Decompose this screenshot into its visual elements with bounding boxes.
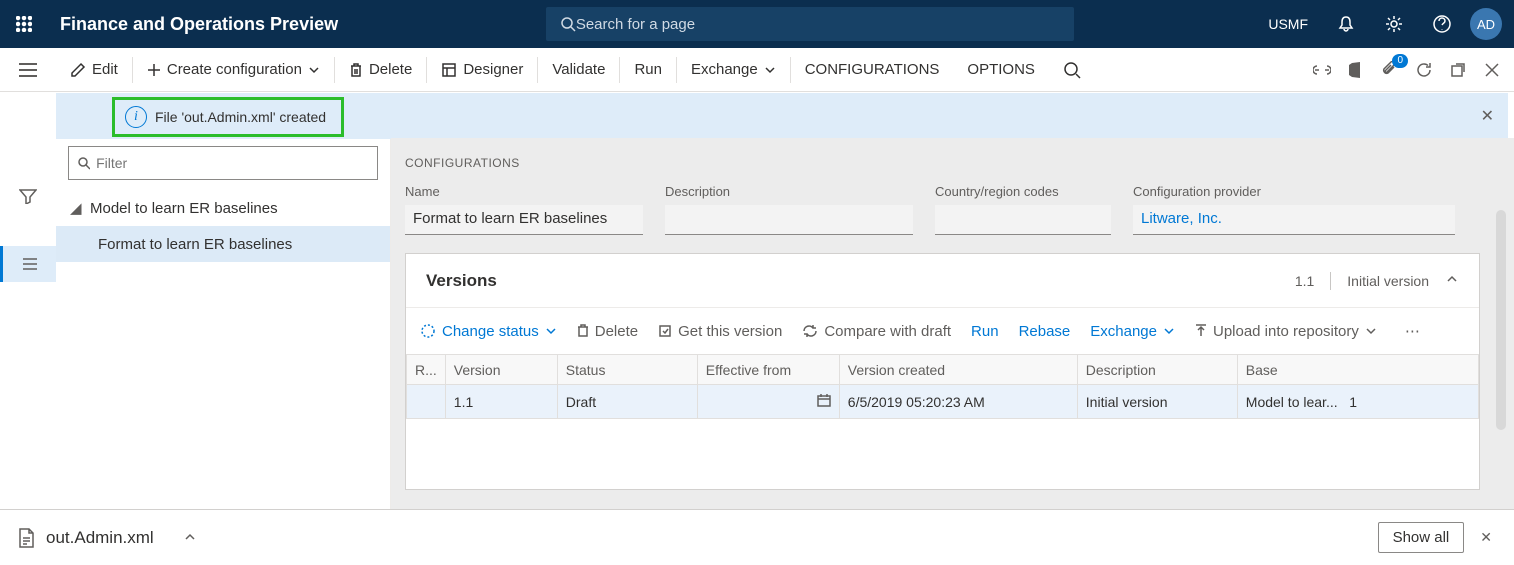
attachment-badge: 0: [1392, 54, 1408, 68]
col-created[interactable]: Version created: [839, 355, 1077, 385]
options-tab[interactable]: OPTIONS: [953, 48, 1049, 92]
designer-button[interactable]: Designer: [427, 48, 537, 92]
collapse-icon[interactable]: [1445, 272, 1459, 289]
section-label: CONFIGURATIONS: [405, 156, 1504, 170]
col-effective[interactable]: Effective from: [697, 355, 839, 385]
tree-parent[interactable]: ◢ Model to learn ER baselines: [56, 190, 390, 226]
message-close-icon[interactable]: ✕: [1481, 106, 1494, 126]
link-icon[interactable]: [1312, 60, 1332, 80]
filter-rail-icon[interactable]: [4, 178, 52, 214]
versions-table: R... Version Status Effective from Versi…: [406, 354, 1479, 419]
help-icon[interactable]: [1418, 0, 1466, 48]
filter-input[interactable]: [96, 155, 369, 171]
search-command[interactable]: [1049, 48, 1095, 92]
configurations-tab[interactable]: CONFIGURATIONS: [791, 48, 954, 92]
tree-filter[interactable]: [68, 146, 378, 180]
provider-label: Configuration provider: [1133, 184, 1455, 199]
show-all-button[interactable]: Show all: [1378, 522, 1465, 553]
notifications-icon[interactable]: [1322, 0, 1370, 48]
popout-icon[interactable]: [1448, 60, 1468, 80]
attachments-icon[interactable]: 0: [1380, 60, 1400, 80]
waffle-icon[interactable]: [0, 0, 48, 48]
download-bar: out.Admin.xml Show all ✕: [0, 509, 1514, 565]
change-status-button[interactable]: Change status: [420, 323, 557, 340]
refresh-icon[interactable]: [1414, 60, 1434, 80]
exchange-menu[interactable]: Exchange: [677, 48, 790, 92]
description-label: Description: [665, 184, 913, 199]
close-icon[interactable]: [1482, 60, 1502, 80]
versions-card: Versions 1.1 Initial version Change stat…: [405, 253, 1480, 490]
office-icon[interactable]: [1346, 60, 1366, 80]
validate-button[interactable]: Validate: [538, 48, 619, 92]
name-value[interactable]: Format to learn ER baselines: [405, 205, 643, 235]
base-link[interactable]: Model to lear...: [1246, 394, 1338, 410]
versions-title: Versions: [426, 271, 497, 291]
calendar-icon[interactable]: [817, 393, 831, 407]
col-description[interactable]: Description: [1077, 355, 1237, 385]
chevron-down-icon: [308, 64, 320, 76]
edit-button[interactable]: Edit: [56, 48, 132, 92]
app-title: Finance and Operations Preview: [48, 14, 338, 35]
col-base[interactable]: Base: [1237, 355, 1478, 385]
scrollbar[interactable]: [1496, 210, 1506, 430]
list-rail-icon[interactable]: [0, 246, 56, 282]
get-version-button[interactable]: Get this version: [658, 323, 782, 340]
name-label: Name: [405, 184, 643, 199]
version-delete-button[interactable]: Delete: [577, 323, 638, 340]
left-rail: [0, 138, 56, 509]
tree-child[interactable]: Format to learn ER baselines: [56, 226, 390, 262]
create-configuration-button[interactable]: Create configuration: [133, 48, 334, 92]
global-search[interactable]: [546, 7, 1074, 41]
content-area: CONFIGURATIONS Name Format to learn ER ba…: [391, 138, 1514, 509]
version-run-button[interactable]: Run: [971, 323, 999, 340]
nav-toggle[interactable]: [0, 48, 56, 92]
tree-panel: ◢ Model to learn ER baselines Format to …: [56, 138, 391, 509]
app-header: Finance and Operations Preview USMF AD: [0, 0, 1514, 48]
version-summary: 1.1: [1295, 273, 1314, 289]
gear-icon[interactable]: [1370, 0, 1418, 48]
upload-button[interactable]: Upload into repository: [1195, 323, 1377, 340]
chevron-down-icon: [764, 64, 776, 76]
message-text: File 'out.Admin.xml' created: [155, 109, 326, 125]
user-avatar[interactable]: AD: [1470, 8, 1502, 40]
col-status[interactable]: Status: [557, 355, 697, 385]
compare-button[interactable]: Compare with draft: [802, 323, 951, 340]
more-icon[interactable]: ⋯: [1405, 322, 1420, 340]
downloads-close-icon[interactable]: ✕: [1480, 529, 1492, 546]
company-label[interactable]: USMF: [1254, 16, 1322, 32]
country-label: Country/region codes: [935, 184, 1111, 199]
tree-collapse-icon[interactable]: ◢: [70, 199, 80, 217]
version-summary-desc: Initial version: [1347, 273, 1429, 289]
col-version[interactable]: Version: [445, 355, 557, 385]
col-r[interactable]: R...: [407, 355, 446, 385]
download-file[interactable]: out.Admin.xml: [16, 527, 196, 549]
version-exchange-button[interactable]: Exchange: [1090, 323, 1175, 340]
rebase-button[interactable]: Rebase: [1019, 323, 1071, 340]
search-input[interactable]: [576, 16, 1061, 33]
chevron-up-icon[interactable]: [184, 528, 196, 548]
country-value[interactable]: [935, 205, 1111, 235]
provider-value[interactable]: Litware, Inc.: [1133, 205, 1455, 235]
info-icon: i: [125, 106, 147, 128]
table-row[interactable]: 1.1 Draft 6/5/2019 05:20:23 AM Initial v…: [407, 385, 1479, 419]
message-bar: i File 'out.Admin.xml' created: [112, 97, 344, 137]
command-bar: Edit Create configuration Delete Designe…: [0, 48, 1514, 92]
delete-button[interactable]: Delete: [335, 48, 426, 92]
run-button[interactable]: Run: [620, 48, 676, 92]
description-value[interactable]: [665, 205, 913, 235]
